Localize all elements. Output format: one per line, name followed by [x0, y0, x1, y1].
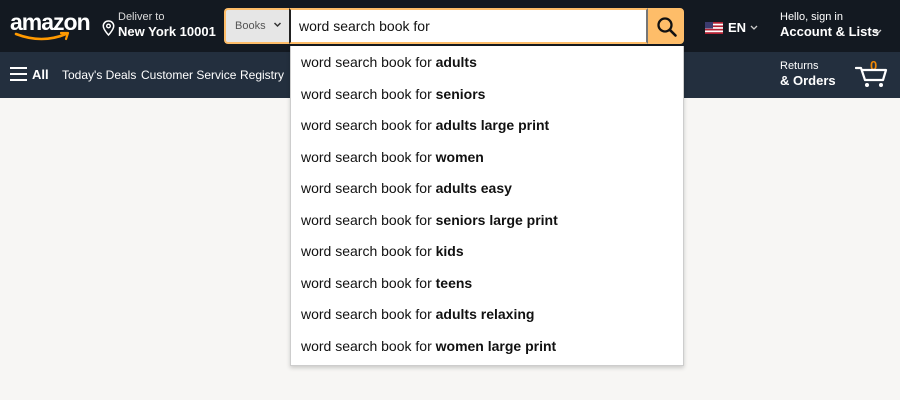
search-bar: Books [224, 8, 684, 44]
search-category-select[interactable]: Books [224, 8, 290, 44]
greeting: Hello, sign in [780, 11, 843, 23]
search-icon [657, 17, 677, 37]
cart-button[interactable]: 0 [855, 58, 891, 88]
suggestion-item[interactable]: word search book for adults large print [291, 110, 683, 142]
suggestion-item[interactable]: word search book for seniors large print [291, 205, 683, 237]
amazon-logo[interactable]: amazon [10, 9, 91, 43]
suggestion-item[interactable]: word search book for adults [291, 47, 683, 79]
deliver-location: New York 10001 [118, 24, 216, 39]
nav-link-todays-deals[interactable]: Today's Deals [62, 68, 136, 82]
cart-icon [855, 66, 888, 87]
suggestion-item[interactable]: word search book for seniors [291, 79, 683, 111]
suggestion-item[interactable]: word search book for teens [291, 268, 683, 300]
suggestion-item[interactable]: word search book for adults easy [291, 173, 683, 205]
chevron-down-icon [874, 29, 882, 34]
nav-link-customer-service[interactable]: Customer Service [141, 68, 236, 82]
search-input[interactable] [289, 8, 648, 44]
returns-label: Returns [780, 60, 819, 72]
all-menu-button[interactable]: All [32, 67, 49, 82]
suggestion-item[interactable]: word search book for women large print [291, 331, 683, 363]
suggestion-item[interactable]: word search book for adults relaxing [291, 299, 683, 331]
search-category-label: Books [235, 20, 266, 32]
top-nav: amazon Deliver to New York 10001 Books w… [0, 0, 900, 52]
deliver-to-label: Deliver to [118, 11, 165, 23]
suggestion-item[interactable]: word search book for kids [291, 236, 683, 268]
hamburger-icon[interactable] [10, 67, 27, 81]
location-pin-icon [102, 20, 115, 36]
search-suggestions-dropdown: word search book for adults word search … [290, 46, 684, 366]
chevron-down-icon [273, 22, 282, 28]
nav-link-registry[interactable]: Registry [240, 68, 284, 82]
language-label: EN [728, 20, 747, 35]
orders-label: & Orders [780, 73, 836, 88]
account-lists-label: Account & Lists [780, 24, 879, 39]
suggestion-item[interactable]: word search book for women [291, 142, 683, 174]
logo-smile-icon [14, 31, 70, 41]
chevron-down-icon [750, 25, 758, 30]
us-flag-icon [705, 22, 723, 34]
search-button[interactable] [648, 8, 684, 44]
